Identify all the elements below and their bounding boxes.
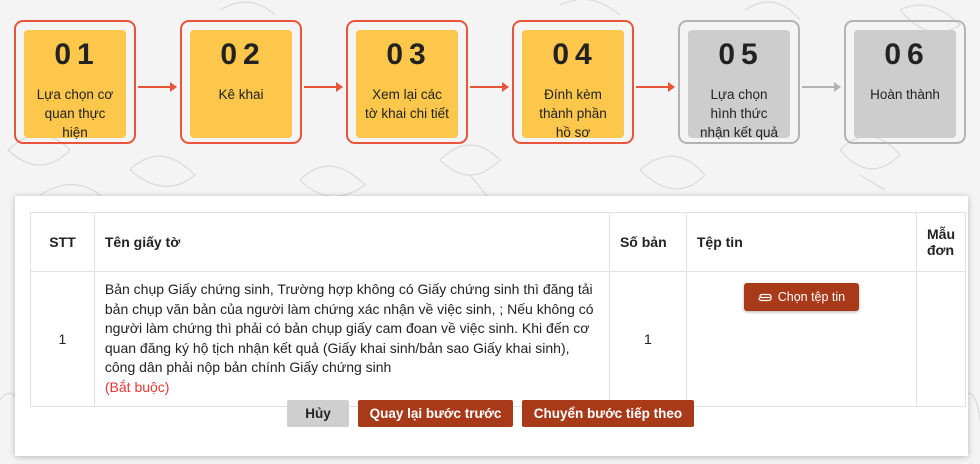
step-number: 05	[718, 38, 764, 71]
choose-file-label: Chọn tệp tin	[777, 290, 846, 304]
step-label: Hoàn thành	[870, 87, 940, 102]
documents-panel: STT Tên giấy tờ Số bản Tệp tin Mẫu đơn 1…	[15, 196, 968, 456]
previous-step-button[interactable]: Quay lại bước trước	[358, 400, 513, 427]
header-file: Tệp tin	[685, 212, 918, 272]
choose-file-button[interactable]: Chọn tệp tin	[743, 283, 860, 311]
step-number: 01	[54, 38, 100, 71]
paperclip-icon	[758, 293, 772, 301]
step-label: Lựa chọn hình thức nhận kết quả	[699, 87, 779, 140]
step-1: 01 Lựa chọn cơ quan thực hiện	[14, 20, 136, 144]
table-row: 1 Bản chụp Giấy chứng sinh, Trường hợp k…	[30, 271, 966, 407]
step-label: Đính kèm thành phần hồ sơ	[539, 87, 607, 140]
step-number: 06	[884, 38, 930, 71]
header-stt: STT	[30, 212, 95, 272]
header-template: Mẫu đơn	[916, 212, 966, 272]
row-stt: 1	[30, 271, 95, 407]
step-arrow	[138, 82, 177, 92]
required-label: (Bắt buộc)	[104, 378, 170, 395]
header-document-name: Tên giấy tờ	[93, 212, 610, 272]
step-arrow	[470, 82, 509, 92]
step-arrow	[636, 82, 675, 92]
step-5: 05 Lựa chọn hình thức nhận kết quả	[678, 20, 800, 144]
row-file: Chọn tệp tin	[685, 271, 918, 407]
step-label: Kê khai	[218, 87, 264, 102]
document-description: Bản chụp Giấy chứng sinh, Trường hợp khô…	[104, 281, 594, 375]
step-label: Xem lại các tờ khai chi tiết	[365, 87, 449, 121]
step-4: 04 Đính kèm thành phần hồ sơ	[512, 20, 634, 144]
row-copies: 1	[608, 271, 687, 407]
row-template	[916, 271, 966, 407]
next-step-button[interactable]: Chuyển bước tiếp theo	[522, 400, 694, 427]
documents-table: STT Tên giấy tờ Số bản Tệp tin Mẫu đơn 1…	[30, 212, 966, 407]
step-arrow	[304, 82, 343, 92]
step-6: 06 Hoàn thành	[844, 20, 966, 144]
table-header-row: STT Tên giấy tờ Số bản Tệp tin Mẫu đơn	[30, 212, 966, 272]
step-number: 04	[552, 38, 598, 71]
step-number: 03	[386, 38, 432, 71]
step-3: 03 Xem lại các tờ khai chi tiết	[346, 20, 468, 144]
step-label: Lựa chọn cơ quan thực hiện	[36, 87, 114, 140]
step-2: 02 Kê khai	[180, 20, 302, 144]
cancel-button[interactable]: Hủy	[287, 400, 349, 427]
step-number: 02	[220, 38, 266, 71]
step-arrow	[802, 82, 841, 92]
row-document-name: Bản chụp Giấy chứng sinh, Trường hợp khô…	[93, 271, 610, 407]
header-copies: Số bản	[608, 212, 687, 272]
